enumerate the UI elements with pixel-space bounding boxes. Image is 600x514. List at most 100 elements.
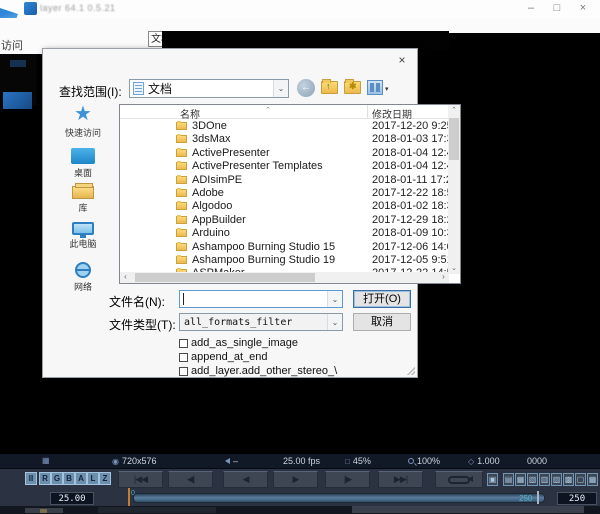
next-frame-button[interactable]: |▶ — [325, 471, 370, 488]
file-name: Arduino — [192, 227, 230, 240]
chevron-down-icon[interactable]: ⌄ — [273, 80, 288, 97]
text-caret — [183, 293, 184, 305]
end-frame-box[interactable]: 250 — [557, 492, 597, 505]
sidebar-item-quick-access[interactable]: ★ 快速访问 — [57, 104, 109, 139]
play-button[interactable]: ▶ — [273, 471, 318, 488]
column-header-name[interactable]: 名称 — [180, 106, 200, 121]
sidebar-item-libraries[interactable]: 库 — [57, 183, 109, 214]
view-mode-button-4[interactable]: ▧ — [527, 473, 538, 486]
checkbox-add-as-single-image[interactable]: add_as_single_image — [179, 337, 298, 349]
view-mode-button-6[interactable]: ▨ — [551, 473, 562, 486]
scroll-right-icon[interactable]: › — [438, 272, 449, 283]
previous-frame-button[interactable]: ◀| — [168, 471, 213, 488]
channel-a-button[interactable]: A — [75, 472, 87, 485]
file-date: 2018-01-04 12:44 — [372, 160, 448, 173]
table-row[interactable]: Algodoo 2018-01-02 18:35 — [120, 200, 448, 213]
checkbox-icon[interactable] — [179, 366, 188, 376]
checkbox-add-layer-stereo[interactable]: add_layer.add_other_stereo_\ — [179, 365, 337, 377]
minimize-button[interactable]: – — [518, 0, 544, 18]
cancel-button[interactable]: 取消 — [353, 313, 411, 331]
table-row[interactable]: ActivePresenter 2018-01-04 12:44 — [120, 147, 448, 160]
timeline-track[interactable] — [133, 493, 545, 503]
view-mode-button-9[interactable]: ▦ — [587, 473, 598, 486]
look-in-combobox[interactable]: 文档 ⌄ — [129, 79, 289, 98]
file-date: 2017-12-22 18:53 — [372, 186, 448, 199]
table-row[interactable]: Arduino 2018-01-09 10:30 — [120, 227, 448, 240]
view-mode-button-5[interactable]: ▥ — [539, 473, 550, 486]
view-mode-button-8[interactable]: ▢ — [575, 473, 586, 486]
up-one-level-icon[interactable]: ↑ — [321, 79, 338, 94]
checkbox-icon[interactable] — [179, 338, 188, 348]
table-row[interactable]: ActivePresenter Templates 2018-01-04 12:4… — [120, 160, 448, 173]
sidebar-item-desktop[interactable]: 桌面 — [57, 148, 109, 179]
last-frame-button[interactable]: ▶▶| — [378, 471, 423, 488]
vertical-scrollbar[interactable]: ⌃ ⌄ — [448, 105, 460, 274]
status-counter: 0000 — [527, 456, 547, 466]
file-type-combobox[interactable]: all_formats_filter ⌄ — [179, 313, 343, 331]
channel-l-button[interactable]: L — [87, 472, 99, 485]
new-folder-icon[interactable]: ✱ — [344, 79, 361, 94]
table-row[interactable]: ADIsimPE 2018-01-11 17:27 — [120, 174, 448, 187]
view-mode-button-1[interactable]: ▣ — [487, 473, 498, 486]
channel-z-button[interactable]: Z — [99, 472, 111, 485]
view-mode-button-3[interactable]: ▦ — [515, 473, 526, 486]
chevron-down-icon[interactable]: ⌄ — [327, 314, 342, 330]
chevron-down-icon[interactable]: ⌄ — [327, 291, 342, 307]
dialog-close-icon[interactable]: × — [394, 53, 410, 68]
horizontal-scrollbar[interactable]: ‹ › — [120, 272, 449, 283]
open-button[interactable]: 打开(O) — [353, 290, 411, 308]
sort-ascending-icon: ⌃ — [265, 107, 271, 114]
place-label: 桌面 — [73, 168, 92, 178]
background-blue-fragment-2 — [10, 60, 26, 67]
channel-r-button[interactable]: R — [39, 472, 51, 485]
close-button[interactable]: × — [570, 0, 596, 18]
sidebar-item-this-pc[interactable]: 此电脑 — [57, 222, 109, 250]
app-icon — [24, 2, 37, 15]
table-row[interactable]: Ashampoo Burning Studio 15 2017-12-06 14:… — [120, 241, 448, 254]
checkbox-icon[interactable] — [179, 352, 188, 362]
table-row[interactable]: AppBuilder 2017-12-29 18:21 — [120, 214, 448, 227]
column-header-date[interactable]: 修改日期 — [372, 106, 412, 121]
channel-b-button[interactable]: B — [63, 472, 75, 485]
view-menu-caret-icon[interactable]: ▾ — [385, 85, 389, 93]
current-frame-box[interactable]: 25.00 — [50, 492, 94, 505]
pause-toggle-button[interactable]: II — [25, 472, 37, 485]
timeline-playhead[interactable] — [128, 488, 130, 507]
file-date: 2017-12-29 18:21 — [372, 213, 448, 226]
first-frame-button[interactable]: |◀◀ — [118, 471, 163, 488]
checkbox-append-at-end[interactable]: append_at_end — [179, 351, 267, 363]
table-row[interactable]: Ashampoo Burning Studio 19 2017-12-05 9:5… — [120, 254, 448, 267]
back-button-icon[interactable]: ← — [297, 79, 315, 97]
resize-grip[interactable] — [407, 367, 415, 375]
status-resolution: ◉ 720x576 — [112, 456, 157, 466]
window-title: layer 64.1 0.5.21 — [40, 3, 116, 13]
checkbox-label: append_at_end — [191, 351, 268, 363]
computer-icon — [72, 222, 94, 238]
file-name-input[interactable]: ⌄ — [179, 290, 343, 308]
play-backward-button[interactable]: ◀ — [223, 471, 268, 488]
open-file-dialog: × 查找范围(I): 文档 ⌄ ← ↑ ✱ ▾ ★ 快速访问 桌面 库 此电脑 — [42, 48, 461, 378]
scroll-up-icon[interactable]: ⌃ — [448, 105, 460, 116]
clipped-element — [352, 506, 584, 513]
status-bar: ▦ ◉ 720x576 – 25.00 fps □ 45% 100% ◇ 1.0… — [0, 454, 600, 468]
loop-button[interactable] — [435, 471, 483, 488]
table-row[interactable]: 3DOne 2017-12-20 9:25 — [120, 120, 448, 133]
table-row[interactable]: Adobe 2017-12-22 18:53 — [120, 187, 448, 200]
scroll-left-icon[interactable]: ‹ — [120, 272, 131, 283]
timeline-end-label: 250 — [519, 494, 533, 503]
scroll-down-icon[interactable]: ⌄ — [448, 263, 460, 274]
vertical-scroll-thumb[interactable] — [449, 118, 459, 160]
table-row[interactable]: 3dsMax 2018-01-03 17:34 — [120, 133, 448, 146]
view-mode-button-7[interactable]: ▩ — [563, 473, 574, 486]
file-date: 2018-01-11 17:27 — [372, 173, 448, 186]
horizontal-scroll-thumb[interactable] — [135, 273, 315, 282]
view-mode-button-2[interactable]: ▤ — [503, 473, 514, 486]
quick-access-star-icon: ★ — [74, 103, 92, 125]
channel-g-button[interactable]: G — [51, 472, 63, 485]
column-separator[interactable] — [367, 105, 368, 118]
documents-folder-icon — [133, 82, 144, 95]
window-controls: – □ × — [518, 0, 596, 18]
maximize-button[interactable]: □ — [544, 0, 570, 18]
sidebar-item-network[interactable]: 网络 — [57, 262, 109, 293]
view-menu-icon[interactable] — [367, 80, 383, 95]
